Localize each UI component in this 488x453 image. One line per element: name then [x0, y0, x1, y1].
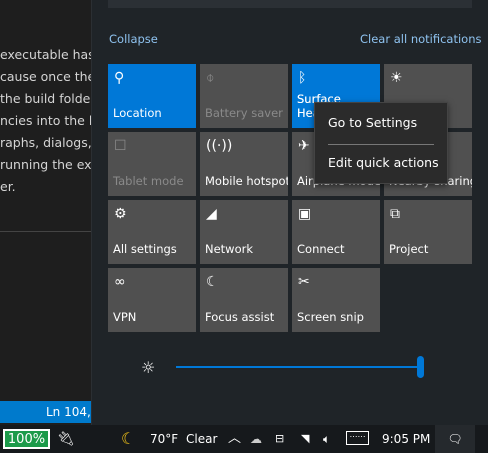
notifications-icon[interactable]: 🗨︎	[435, 425, 475, 453]
menu-separator	[328, 144, 434, 145]
tile-label: Location	[113, 106, 162, 120]
tile-screen-snip[interactable]: ✂ Screen snip	[292, 268, 380, 332]
weather-condition[interactable]: Clear	[186, 425, 217, 453]
status-bar: Ln 104, C	[0, 401, 91, 423]
tile-label: Connect	[297, 242, 345, 256]
tile-label: Battery saver	[205, 106, 283, 120]
volume-icon[interactable]: 🔈︎	[323, 425, 330, 453]
divider	[0, 231, 91, 232]
plug-icon: 🔌︎	[57, 431, 75, 447]
editor-line: cause once the	[0, 69, 91, 84]
tile-label: Tablet mode	[113, 174, 184, 188]
vpn-icon: ∞	[114, 274, 126, 290]
go-to-settings-item[interactable]: Go to Settings	[328, 115, 417, 130]
collapse-link[interactable]: Collapse	[109, 32, 158, 46]
brightness-icon: ☼	[141, 358, 156, 377]
moon-icon[interactable]: ☾	[121, 425, 135, 453]
tile-tablet-mode[interactable]: ☐ Tablet mode	[108, 132, 196, 196]
tile-label: Project	[389, 242, 429, 256]
bluetooth-icon: ᛒ	[298, 70, 307, 86]
clock[interactable]: 9:05 PM	[382, 425, 430, 453]
tile-label: Network	[205, 242, 254, 256]
hotspot-icon: ((·))	[206, 138, 233, 154]
notification-area	[108, 0, 472, 8]
tile-mobile-hotspot[interactable]: ((·)) Mobile hotspot	[200, 132, 288, 196]
tile-label: Focus assist	[205, 310, 275, 324]
editor-line: running the exe	[0, 157, 91, 172]
taskbar: 100% 🔌︎ ☾ 70°F Clear ︿ ☁ ⊟ ◥ 🔈︎ ⋯⋯ 9:05 …	[0, 425, 488, 453]
editor-line: ncies into the bu	[0, 113, 91, 128]
battery-saver-icon: ⌽	[206, 70, 215, 86]
location-icon: ⚲	[114, 70, 125, 86]
chevron-up-icon[interactable]: ︿	[228, 425, 241, 453]
brightness-slider-thumb[interactable]	[417, 356, 424, 378]
tile-connect[interactable]: ▣ Connect	[292, 200, 380, 264]
tile-location[interactable]: ⚲ Location	[108, 64, 196, 128]
network-icon: ◢	[206, 206, 217, 222]
tile-all-settings[interactable]: ⚙ All settings	[108, 200, 196, 264]
clear-all-notifications-link[interactable]: Clear all notifications	[360, 32, 482, 46]
edit-quick-actions-item[interactable]: Edit quick actions	[328, 155, 439, 170]
tile-focus-assist[interactable]: ☾ Focus assist	[200, 268, 288, 332]
tile-project[interactable]: ⧉ Project	[384, 200, 472, 264]
cursor-position[interactable]: Ln 104, C	[46, 401, 91, 423]
tile-label: VPN	[113, 310, 137, 324]
brightness-slider[interactable]	[176, 366, 424, 368]
tile-label: Mobile hotspot	[205, 174, 288, 188]
keyboard-icon[interactable]: ⋯⋯	[346, 431, 369, 445]
battery-percent[interactable]: 100%	[3, 429, 50, 449]
screen-snip-icon: ✂	[298, 274, 310, 290]
brightness-icon: ☀	[390, 70, 403, 86]
editor-line: er.	[0, 179, 16, 194]
project-icon: ⧉	[390, 206, 400, 222]
tile-label: All settings	[113, 242, 177, 256]
tile-network[interactable]: ◢ Network	[200, 200, 288, 264]
wifi-icon[interactable]: ◥	[301, 425, 309, 453]
connect-icon: ▣	[298, 206, 312, 222]
onedrive-icon[interactable]: ☁	[250, 425, 262, 453]
tile-label: Screen snip	[297, 310, 364, 324]
gear-icon: ⚙	[114, 206, 127, 222]
context-menu: Go to Settings Edit quick actions	[314, 102, 448, 184]
airplane-icon: ✈	[298, 138, 310, 154]
editor-line: the build folder	[0, 91, 91, 106]
weather-temp[interactable]: 70°F	[150, 425, 178, 453]
tile-battery-saver[interactable]: ⌽ Battery saver	[200, 64, 288, 128]
tablet-mode-icon: ☐	[114, 138, 127, 154]
moon-icon: ☾	[206, 274, 219, 290]
power-icon[interactable]: ⊟	[275, 425, 284, 453]
editor-line: executable has	[0, 47, 91, 62]
editor: executable has cause once the the build …	[0, 0, 91, 401]
editor-line: raphs, dialogs,	[0, 135, 91, 150]
tile-vpn[interactable]: ∞ VPN	[108, 268, 196, 332]
